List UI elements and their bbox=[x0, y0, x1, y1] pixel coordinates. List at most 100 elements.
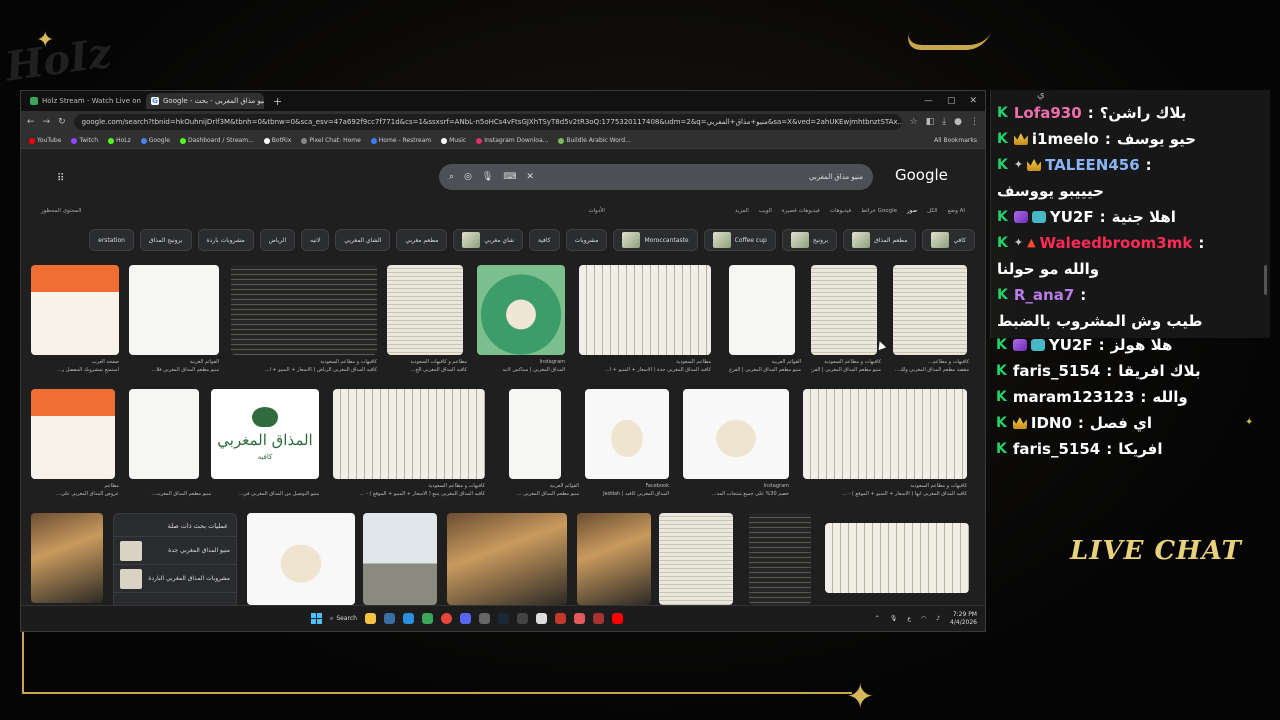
chat-username[interactable]: i1meelo bbox=[1032, 126, 1099, 152]
bookmark-pixel-chat[interactable]: Pixel Chat: Home bbox=[301, 137, 361, 144]
tab-videos[interactable]: فيديوهات bbox=[830, 208, 851, 214]
chat-username[interactable]: maram123123 bbox=[1013, 384, 1135, 410]
tab-short-videos[interactable]: فيديوهات قصيرة bbox=[782, 208, 820, 214]
bookmark-google[interactable]: Google bbox=[140, 137, 170, 144]
result-caption[interactable]: منيو مطعم المذاق المغربي فلا... bbox=[129, 367, 219, 373]
filter-chip[interactable]: Coffee cup bbox=[703, 229, 776, 251]
filter-chip[interactable]: مشروبات باردة bbox=[197, 229, 254, 251]
result-caption[interactable]: المذاق المغربي كافيه | Jeddah bbox=[585, 491, 669, 497]
bookmark-youtube[interactable]: YouTube bbox=[29, 137, 61, 144]
bookmark-botrix[interactable]: BotRix bbox=[263, 137, 291, 144]
language-indicator[interactable]: ع bbox=[907, 615, 911, 622]
all-bookmarks[interactable]: All Bookmarks bbox=[934, 137, 977, 144]
chat-username[interactable]: IDN0 bbox=[1031, 410, 1072, 436]
chat-username[interactable]: Waleedbroom3mk bbox=[1040, 230, 1193, 256]
volume-icon[interactable]: ♪ bbox=[936, 615, 940, 622]
filter-chip[interactable]: مطعم المذاق bbox=[843, 229, 917, 251]
result-caption[interactable]: كافيه المذاق المغربي الرياض ( الاسعار + … bbox=[231, 367, 377, 373]
lens-icon[interactable]: ◎ bbox=[464, 172, 472, 182]
bookmark-dashboard[interactable]: Dashboard / Stream... bbox=[179, 137, 254, 144]
filter-chip[interactable]: لاتيه bbox=[301, 229, 330, 251]
bookmark-music[interactable]: Music bbox=[441, 137, 466, 144]
related-search-item[interactable]: منيو المذاق المغربي جدة bbox=[114, 537, 236, 565]
reload-icon[interactable]: ↻ bbox=[58, 117, 66, 127]
taskbar-search[interactable]: ⌕ Search bbox=[330, 615, 357, 623]
keyboard-icon[interactable]: ⌨ bbox=[503, 172, 516, 182]
app-icon[interactable] bbox=[517, 613, 528, 624]
tab-more[interactable]: المزيد bbox=[735, 208, 749, 214]
app-icon[interactable] bbox=[593, 613, 604, 624]
image-result[interactable] bbox=[231, 265, 377, 355]
maximize-button[interactable]: ▢ bbox=[947, 96, 956, 106]
filter-chip[interactable]: كافية bbox=[528, 229, 560, 251]
bookmark-restream[interactable]: Home - Restream bbox=[370, 137, 431, 144]
youtube-icon[interactable] bbox=[612, 613, 623, 624]
image-result[interactable] bbox=[31, 513, 103, 603]
image-result[interactable] bbox=[447, 513, 567, 605]
chat-username[interactable]: YU2F bbox=[1049, 332, 1093, 358]
bookmark-star-icon[interactable]: ☆ bbox=[910, 117, 918, 127]
image-result[interactable] bbox=[893, 265, 967, 355]
result-caption[interactable]: خصم 30% على جميع منتجات المذ... bbox=[683, 491, 789, 497]
wifi-icon[interactable]: ◠ bbox=[921, 615, 926, 622]
image-result[interactable] bbox=[363, 513, 437, 605]
result-caption[interactable]: استمتع بمشروبك المفضل ر... bbox=[31, 367, 119, 373]
tab-web[interactable]: الويب bbox=[759, 208, 772, 214]
back-icon[interactable]: ← bbox=[27, 117, 35, 127]
chat-username[interactable]: R_ana7 bbox=[1014, 282, 1074, 308]
tab-images[interactable]: صور bbox=[907, 208, 917, 214]
result-caption[interactable]: عروض المذاق المغربي على... bbox=[31, 491, 119, 497]
tab-google-search[interactable]: G Google - منيو مذاق المغربي - بحث × bbox=[146, 93, 264, 109]
result-caption[interactable]: منيو مطعم المذاق المغربي ... bbox=[499, 491, 579, 497]
menu-icon[interactable]: ⋮ bbox=[970, 117, 979, 127]
close-window-button[interactable]: ✕ bbox=[969, 96, 977, 106]
result-caption[interactable]: منيو مطعم المذاق المغرب... bbox=[129, 491, 211, 497]
clear-icon[interactable]: ✕ bbox=[526, 172, 534, 182]
filter-chip[interactable]: الرياض bbox=[259, 229, 296, 251]
result-caption[interactable]: كافيه المذاق المغربي الخ... bbox=[387, 367, 467, 373]
search-icon[interactable]: ⌕ bbox=[449, 172, 454, 182]
bookmark-buildle[interactable]: Buildle Arabic Word... bbox=[558, 137, 631, 144]
app-icon[interactable] bbox=[536, 613, 547, 624]
result-caption[interactable]: كافيه المذاق المغربي ينبع ( الاسعار + ال… bbox=[333, 491, 485, 497]
new-tab-button[interactable]: + bbox=[267, 95, 288, 108]
apps-grid-icon[interactable]: ⠿ bbox=[57, 173, 64, 184]
download-icon[interactable]: ⤓ bbox=[942, 117, 946, 127]
image-result[interactable] bbox=[31, 265, 119, 355]
extensions-icon[interactable]: ◧ bbox=[926, 117, 935, 127]
app-icon[interactable] bbox=[422, 613, 433, 624]
windows-start-icon[interactable] bbox=[311, 613, 322, 624]
image-result[interactable] bbox=[579, 265, 711, 355]
filter-chip[interactable]: erstation bbox=[89, 229, 134, 251]
chat-username[interactable]: Lofa930 bbox=[1014, 100, 1082, 126]
app-icon[interactable] bbox=[555, 613, 566, 624]
discord-icon[interactable] bbox=[460, 613, 471, 624]
result-caption[interactable]: كافيه المذاق المغربي ابها ( الاسعار + ال… bbox=[803, 491, 967, 497]
safe-search-label[interactable]: المحتوى المحظور bbox=[41, 208, 81, 214]
image-result[interactable] bbox=[683, 389, 789, 479]
image-result[interactable] bbox=[803, 389, 967, 479]
image-result[interactable] bbox=[387, 265, 463, 355]
chevron-up-icon[interactable]: ⌃ bbox=[875, 615, 880, 622]
bookmark-instagram[interactable]: Instagram Downloa... bbox=[476, 137, 548, 144]
result-caption[interactable]: المذاق المغربي | سناكس لاتيه bbox=[477, 367, 565, 373]
edge-icon[interactable] bbox=[403, 613, 414, 624]
address-bar[interactable]: google.com/search?tbnid=hkOuhnijDrlf3M&t… bbox=[73, 114, 902, 130]
filter-chip[interactable]: برونيج bbox=[781, 229, 838, 251]
chat-username[interactable]: YU2F bbox=[1050, 204, 1094, 230]
chat-username[interactable]: TALEEN456 bbox=[1045, 152, 1140, 178]
mic-icon[interactable]: 🎙 bbox=[482, 172, 493, 182]
app-icon[interactable] bbox=[479, 613, 490, 624]
result-caption[interactable]: منيو التوصيل من المذاق المغربي في... bbox=[211, 491, 319, 497]
filter-chip[interactable]: Moroccantaste bbox=[613, 229, 698, 251]
bookmark-twitch[interactable]: Twitch bbox=[71, 137, 98, 144]
image-result[interactable] bbox=[749, 513, 811, 605]
image-result[interactable]: المذاق المغربي كافيه bbox=[211, 389, 319, 479]
filter-chip[interactable]: برونيج المذاق bbox=[139, 229, 192, 251]
result-caption[interactable]: كافيه المذاق المغربي جدة ( الاسعار + الم… bbox=[579, 367, 711, 373]
image-result[interactable] bbox=[129, 389, 199, 479]
profile-icon[interactable]: ● bbox=[954, 117, 962, 127]
image-result[interactable] bbox=[577, 513, 651, 605]
tab-all[interactable]: الكل bbox=[927, 208, 937, 214]
filter-chip[interactable]: كافي bbox=[922, 229, 975, 251]
